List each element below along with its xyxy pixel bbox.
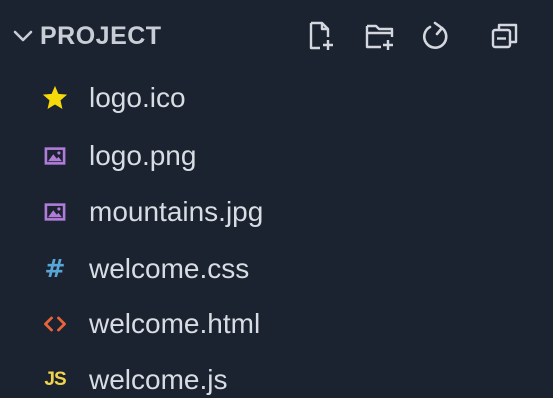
file-item[interactable]: welcome.html: [0, 298, 553, 350]
file-name: logo.ico: [89, 82, 186, 113]
image-icon: [40, 197, 70, 227]
new-folder-button[interactable]: [360, 16, 400, 56]
html-brackets-icon: [40, 309, 70, 339]
css-glyph: #: [44, 254, 66, 283]
section-header[interactable]: PROJECT: [0, 0, 553, 70]
chevron-down-icon[interactable]: [12, 25, 34, 47]
refresh-icon: [422, 21, 448, 49]
collapse-all-icon: [491, 23, 518, 49]
file-name: welcome.js: [89, 364, 228, 395]
file-item[interactable]: logo.ico: [0, 72, 553, 124]
section-title: PROJECT: [40, 22, 162, 50]
new-file-icon: [309, 21, 333, 50]
collapse-all-button[interactable]: [485, 16, 525, 56]
explorer-panel: PROJECT logo.ico logo.png mountains.jpg …: [0, 0, 553, 398]
new-folder-icon: [365, 24, 394, 50]
file-name: welcome.html: [89, 308, 261, 339]
js-icon: JS: [40, 365, 70, 395]
css-hash-icon: #: [40, 254, 70, 284]
file-item[interactable]: mountains.jpg: [0, 186, 553, 238]
star-icon: [40, 83, 70, 113]
file-item[interactable]: logo.png: [0, 130, 553, 182]
new-file-button[interactable]: [300, 16, 340, 56]
refresh-button[interactable]: [415, 16, 455, 56]
file-item[interactable]: # welcome.css: [0, 243, 553, 295]
js-glyph: JS: [44, 369, 66, 390]
file-item[interactable]: JS welcome.js: [0, 354, 553, 406]
file-name: welcome.css: [89, 253, 250, 284]
file-name: mountains.jpg: [89, 196, 264, 227]
file-name: logo.png: [89, 140, 197, 171]
image-icon: [40, 141, 70, 171]
